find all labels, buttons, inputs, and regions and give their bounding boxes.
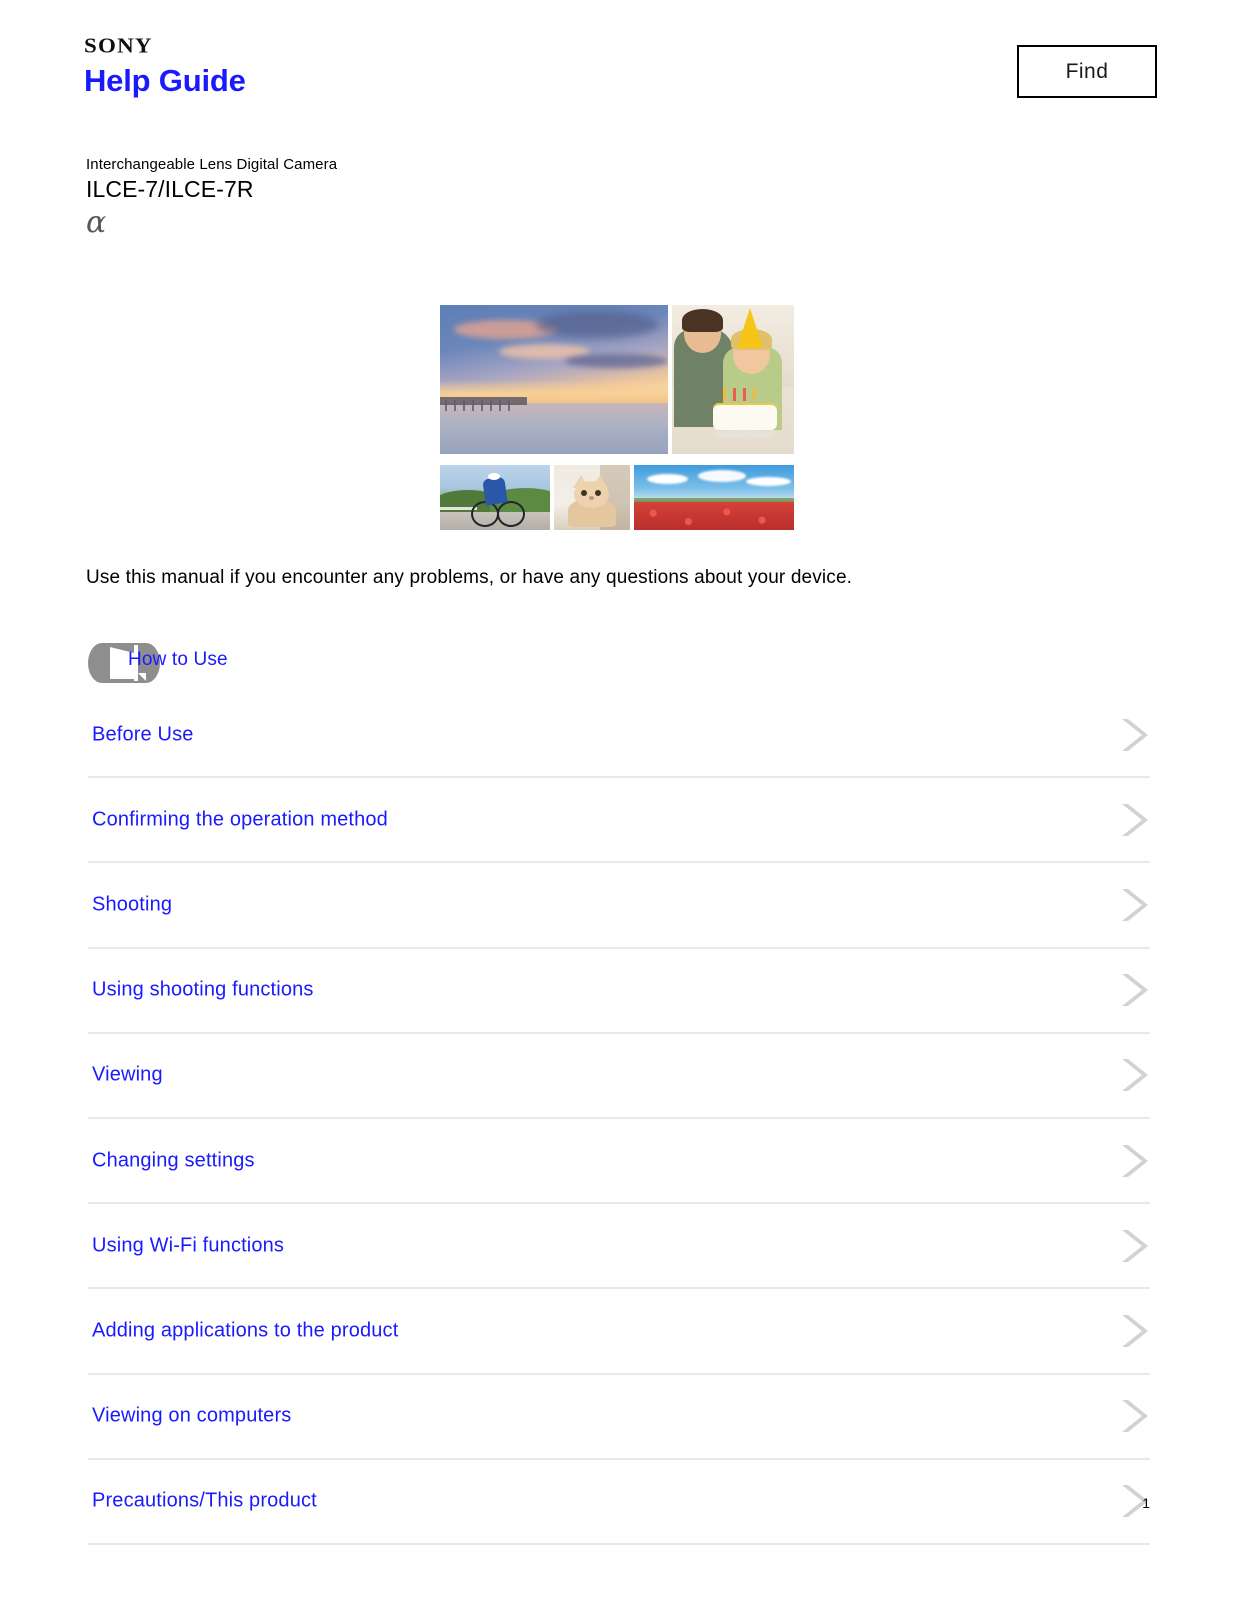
section-label: Confirming the operation method	[92, 808, 388, 831]
section-label: Viewing	[92, 1063, 163, 1086]
section-item-shooting[interactable]: Shooting	[88, 863, 1150, 949]
sample-photo-collage	[440, 305, 794, 530]
product-model: ILCE-7/ILCE-7R	[86, 176, 254, 202]
section-label: Adding applications to the product	[92, 1319, 399, 1342]
poppy-field-photo	[634, 465, 794, 530]
chevron-right-icon	[1116, 800, 1150, 840]
intro-paragraph: Use this manual if you encounter any pro…	[86, 567, 853, 588]
cat-photo	[554, 465, 630, 530]
how-to-use-label: How to Use	[128, 649, 228, 670]
section-label: Using shooting functions	[92, 978, 314, 1001]
sony-logo: SONY	[84, 34, 153, 57]
chevron-right-icon	[1116, 1311, 1150, 1351]
cyclist-photo	[440, 465, 550, 530]
page-title: Help Guide	[84, 63, 246, 98]
chevron-right-icon	[1116, 885, 1150, 925]
chevron-right-icon	[1116, 1055, 1150, 1095]
page-header: SONY Help Guide Find	[0, 0, 1237, 130]
section-item-using-shooting-functions[interactable]: Using shooting functions	[88, 949, 1150, 1034]
chevron-right-icon	[1116, 1396, 1150, 1436]
how-to-use-row[interactable]: How to Use	[88, 638, 488, 686]
chevron-right-icon	[1116, 1226, 1150, 1266]
section-item-changing-settings[interactable]: Changing settings	[88, 1119, 1150, 1205]
section-item-confirming-operation-method[interactable]: Confirming the operation method	[88, 778, 1150, 864]
page-number: 1	[1142, 1495, 1150, 1511]
section-list: Before Use Confirming the operation meth…	[88, 693, 1150, 1545]
section-label: Using Wi-Fi functions	[92, 1234, 285, 1257]
product-identification: Interchangeable Lens Digital Camera ILCE…	[86, 155, 337, 240]
section-item-viewing-on-computers[interactable]: Viewing on computers	[88, 1375, 1150, 1460]
section-item-viewing[interactable]: Viewing	[88, 1034, 1150, 1119]
chevron-right-icon	[1116, 970, 1150, 1010]
chevron-right-icon	[1116, 1141, 1150, 1181]
section-item-adding-applications[interactable]: Adding applications to the product	[88, 1289, 1150, 1375]
section-item-using-wifi-functions[interactable]: Using Wi-Fi functions	[88, 1204, 1150, 1290]
section-label: Before Use	[92, 723, 194, 746]
find-button-label: Find	[1065, 59, 1109, 83]
section-label: Changing settings	[92, 1149, 255, 1172]
section-label: Viewing on computers	[92, 1404, 292, 1427]
sunset-beach-photo	[440, 305, 668, 454]
chevron-right-icon	[1116, 715, 1150, 755]
alpha-series-icon: α	[86, 205, 107, 240]
product-category: Interchangeable Lens Digital Camera	[86, 156, 338, 173]
section-item-before-use[interactable]: Before Use	[88, 693, 1150, 779]
birthday-party-photo	[672, 305, 794, 454]
section-label: Shooting	[92, 893, 173, 916]
find-button[interactable]: Find	[1017, 45, 1157, 98]
